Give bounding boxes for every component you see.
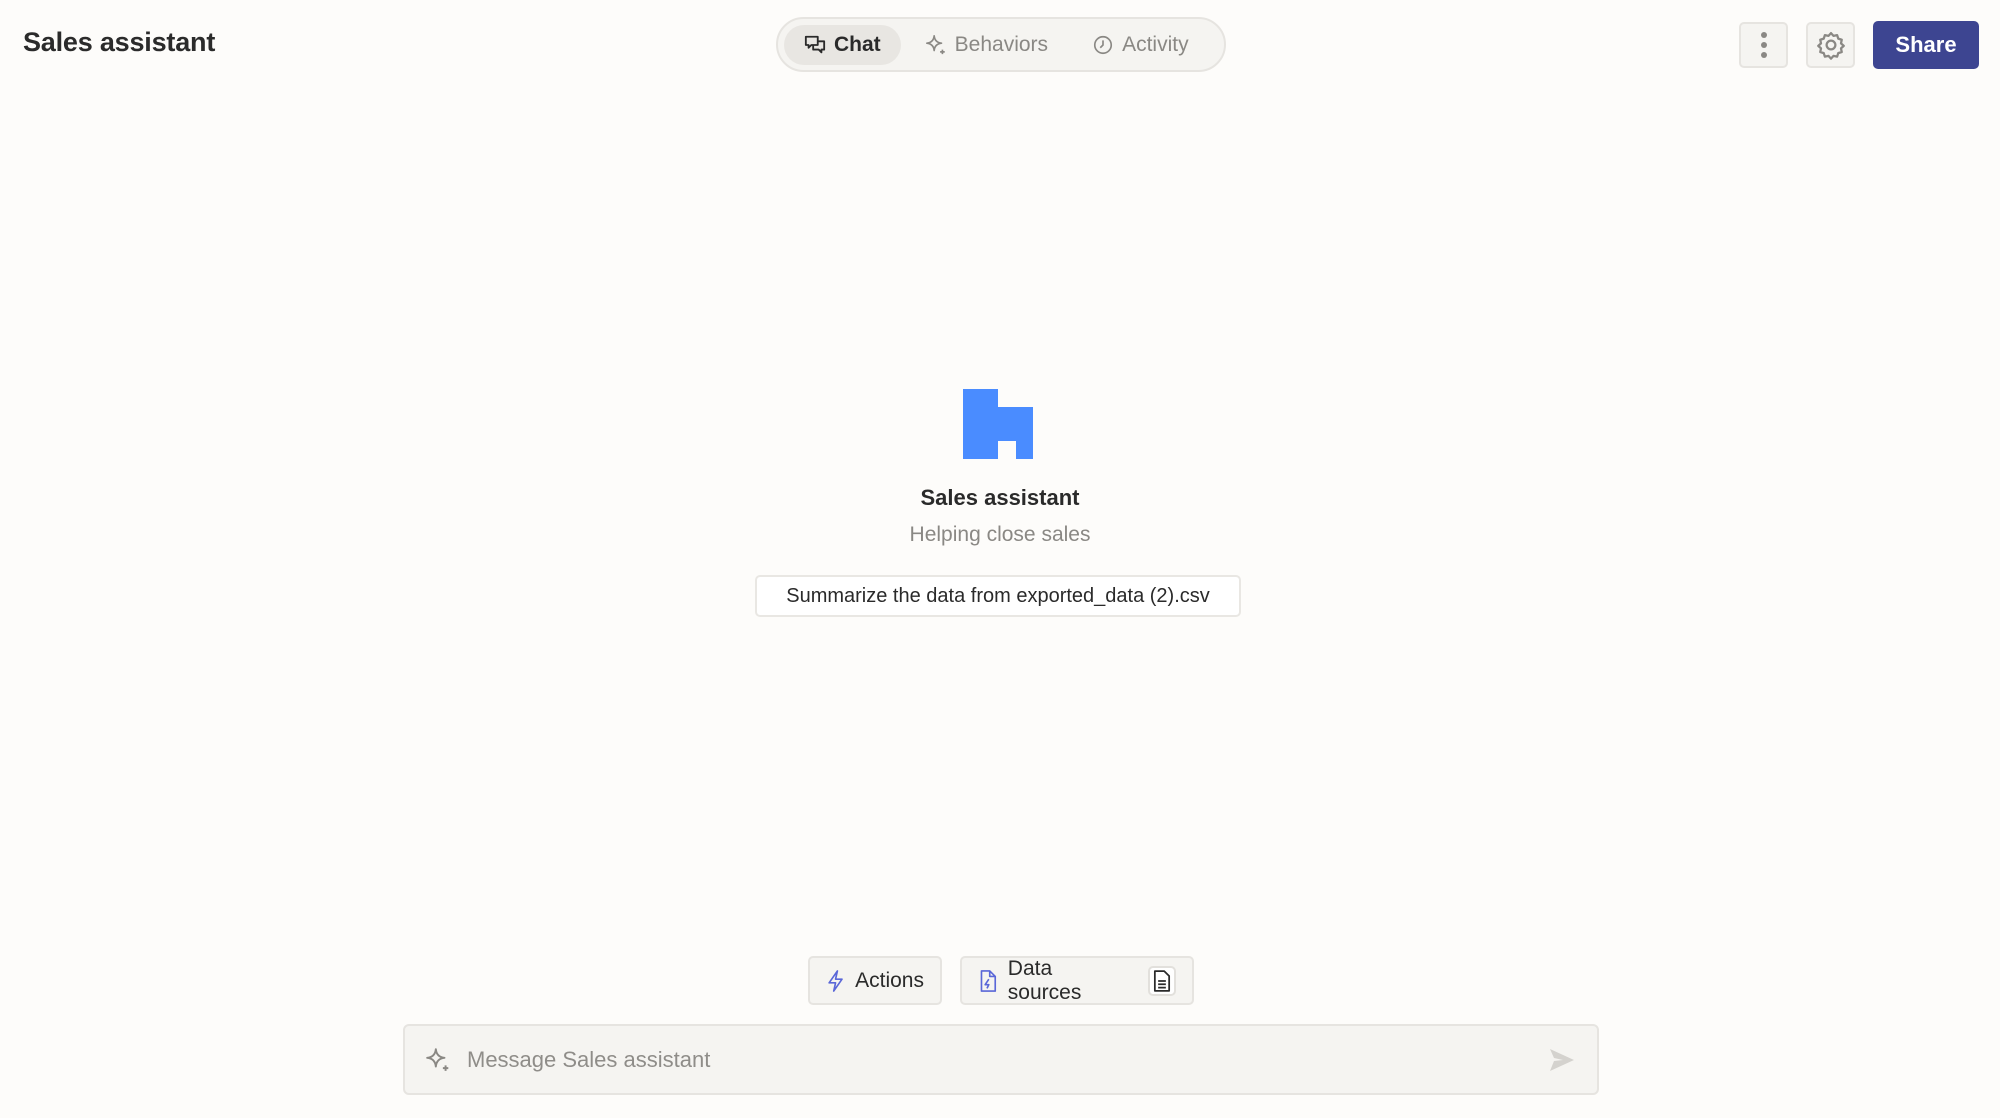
share-button[interactable]: Share	[1873, 21, 1979, 69]
tab-chat-label: Chat	[834, 32, 881, 56]
tab-behaviors-label: Behaviors	[954, 32, 1049, 56]
agent-logo-icon	[963, 389, 1033, 459]
agent-description: Helping close sales	[909, 523, 1091, 546]
attached-file-badge[interactable]	[1148, 965, 1176, 996]
settings-button[interactable]	[1806, 22, 1855, 68]
kebab-icon	[1760, 32, 1767, 58]
lightning-icon	[828, 969, 843, 992]
data-sources-button[interactable]: Data sources	[960, 956, 1194, 1005]
actions-label: Actions	[855, 968, 924, 992]
suggested-prompt[interactable]: Summarize the data from exported_data (2…	[755, 575, 1241, 617]
chat-bubbles-icon	[804, 35, 826, 53]
send-button[interactable]	[1547, 1045, 1577, 1075]
agent-name: Sales assistant	[920, 485, 1080, 510]
file-lightning-icon	[980, 969, 997, 992]
clock-icon	[1093, 35, 1113, 54]
message-composer	[403, 1024, 1599, 1095]
more-options-button[interactable]	[1739, 22, 1788, 68]
sparkle-icon	[925, 34, 945, 54]
tab-activity[interactable]: Activity	[1072, 25, 1209, 65]
tab-chat[interactable]: Chat	[784, 24, 901, 65]
view-tabs: Chat Behaviors Activity	[776, 17, 1226, 72]
sparkle-icon	[426, 1047, 449, 1071]
gear-icon	[1816, 32, 1845, 60]
message-input[interactable]	[467, 1046, 1547, 1073]
actions-button[interactable]: Actions	[808, 956, 942, 1005]
data-sources-label: Data sources	[1007, 956, 1082, 1004]
app-title: Sales assistant	[23, 27, 216, 57]
tab-activity-label: Activity	[1122, 32, 1189, 56]
tab-behaviors[interactable]: Behaviors	[905, 25, 1068, 65]
document-icon	[1154, 969, 1171, 992]
send-icon	[1550, 1048, 1574, 1071]
